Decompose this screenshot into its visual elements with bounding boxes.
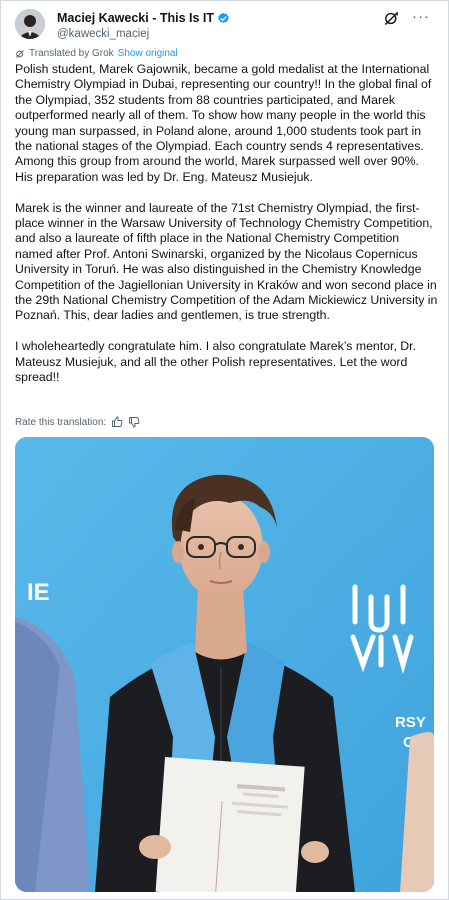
grok-icon[interactable]: [383, 10, 400, 27]
author-display-name[interactable]: Maciej Kawecki - This Is IT: [57, 11, 214, 25]
tweet-card[interactable]: Maciej Kawecki - This Is IT @kawecki_mac…: [0, 0, 449, 900]
thumbs-down-icon[interactable]: [128, 416, 140, 428]
paragraph-1: Polish student, Marek Gajownik, became a…: [15, 62, 432, 184]
author-handle[interactable]: @kawecki_maciej: [57, 28, 149, 40]
grok-translate-icon: [16, 49, 24, 58]
more-options-icon[interactable]: ···: [412, 9, 430, 25]
rate-translation-label: Rate this translation:: [15, 416, 107, 428]
translated-by-label: Translated by Grok: [29, 48, 114, 59]
backdrop-text-right-1: RSY: [395, 714, 426, 731]
show-original-link[interactable]: Show original: [118, 48, 178, 59]
tweet-header: Maciej Kawecki - This Is IT @kawecki_mac…: [15, 9, 436, 43]
tweet-text: Polish student, Marek Gajownik, became a…: [15, 62, 438, 401]
post-photo[interactable]: IE RSY O-: [15, 437, 434, 892]
avatar[interactable]: [15, 9, 45, 39]
author-name-line[interactable]: Maciej Kawecki - This Is IT: [57, 11, 230, 25]
thumbs-up-icon[interactable]: [111, 416, 123, 428]
backdrop-text-left: IE: [27, 579, 50, 606]
paragraph-3: I wholeheartedly congratulate him. I als…: [15, 339, 416, 385]
paragraph-2: Marek is the winner and laureate of the …: [15, 200, 438, 323]
rate-translation: Rate this translation:: [15, 416, 140, 428]
verified-badge-icon: [217, 12, 230, 25]
translation-notice: Translated by Grok Show original: [15, 48, 178, 59]
